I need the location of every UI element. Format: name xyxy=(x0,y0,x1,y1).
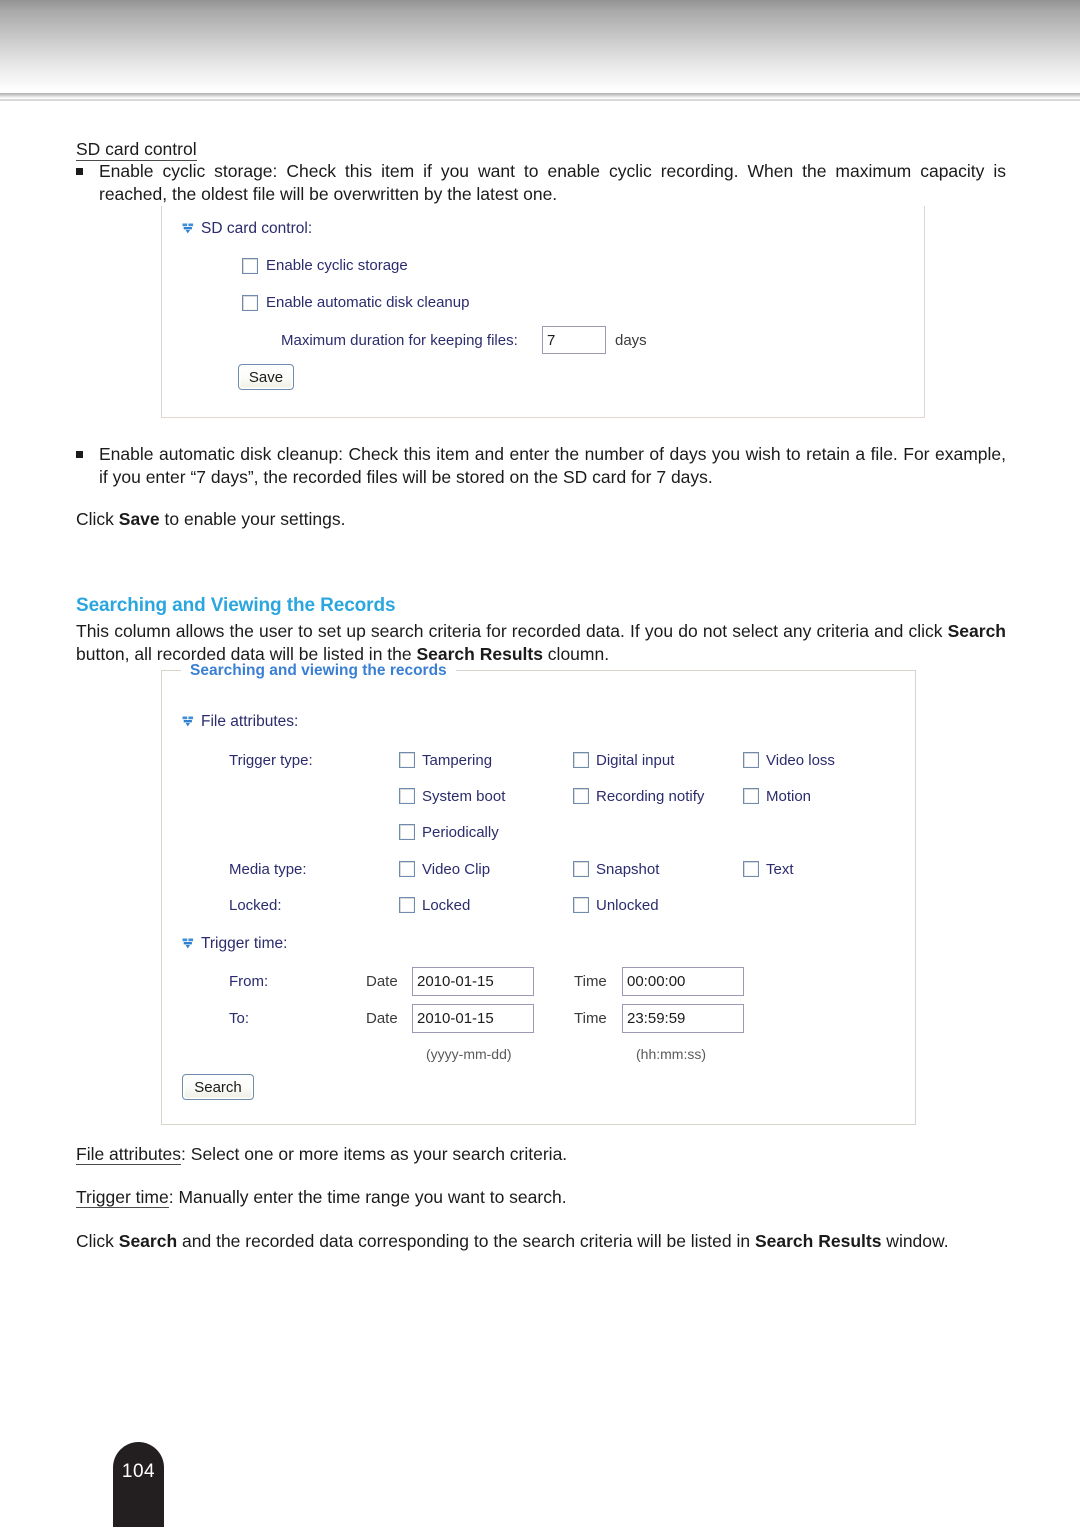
file-attributes-group-label: File attributes: xyxy=(201,713,299,730)
click-save-prefix: Click xyxy=(76,509,119,529)
searching-intro-bold-search-results: Search Results xyxy=(416,644,543,664)
note-click-search-bold: Search xyxy=(118,1231,178,1251)
date-format-hint: (yyyy-mm-dd) xyxy=(426,1046,512,1062)
note-file-attributes: File attributes: Select one or more item… xyxy=(76,1143,1006,1166)
locked-label: Locked: xyxy=(229,897,282,914)
save-button[interactable]: Save xyxy=(238,364,294,390)
from-time-input[interactable] xyxy=(622,967,744,996)
checkbox-unlocked[interactable] xyxy=(573,897,589,913)
to-date-input[interactable] xyxy=(412,1004,534,1033)
trigger-type-label: Trigger type: xyxy=(229,752,313,769)
checkbox-recording-notify[interactable] xyxy=(573,788,589,804)
checkbox-tampering[interactable] xyxy=(399,752,415,768)
max-duration-unit-label: days xyxy=(615,332,647,349)
checkbox-snapshot[interactable] xyxy=(573,861,589,877)
bullet-square-icon xyxy=(76,451,83,458)
note-click-search-suffix: window. xyxy=(881,1231,949,1251)
searching-intro-bold-search: Search xyxy=(947,621,1006,641)
double-chevron-down-icon xyxy=(182,716,195,727)
checkbox-enable-automatic-disk-cleanup-label: Enable automatic disk cleanup xyxy=(266,294,470,311)
trigger-time-group-label: Trigger time: xyxy=(201,935,288,952)
searching-viewing-records-legend: Searching and viewing the records xyxy=(181,662,456,680)
checkbox-text-label: Text xyxy=(766,861,794,878)
checkbox-tampering-label: Tampering xyxy=(422,752,493,769)
note-click-search: Click Search and the recorded data corre… xyxy=(76,1230,1006,1253)
note-click-search-mid: and the recorded data corresponding to t… xyxy=(177,1231,755,1251)
sd-card-control-panel: SD card control: Enable cyclic storage E… xyxy=(161,206,925,418)
page-number: 104 xyxy=(121,1460,156,1482)
sd-card-control-heading: SD card control xyxy=(76,138,197,161)
checkbox-unlocked-label: Unlocked xyxy=(596,897,659,914)
to-time-input[interactable] xyxy=(622,1004,744,1033)
note-trigger-time: Trigger time: Manually enter the time ra… xyxy=(76,1186,1006,1209)
checkbox-periodically-label: Periodically xyxy=(422,824,499,841)
checkbox-recording-notify-label: Recording notify xyxy=(596,788,705,805)
checkbox-text[interactable] xyxy=(743,861,759,877)
page-number-tab: 104 xyxy=(113,1442,164,1527)
from-date-label: Date xyxy=(366,973,398,990)
bullet-enable-cyclic-storage: Enable cyclic storage: Check this item i… xyxy=(76,160,1006,206)
checkbox-digital-input-label: Digital input xyxy=(596,752,675,769)
to-label: To: xyxy=(229,1010,250,1027)
note-trigger-time-desc: : Manually enter the time range you want… xyxy=(168,1187,567,1207)
searching-intro-line4: cloumn. xyxy=(542,644,610,664)
from-label: From: xyxy=(229,973,269,990)
from-date-input[interactable] xyxy=(412,967,534,996)
checkbox-system-boot-label: System boot xyxy=(422,788,506,805)
max-duration-label: Maximum duration for keeping files: xyxy=(281,332,518,349)
header-divider-line xyxy=(0,93,1080,98)
checkbox-motion-label: Motion xyxy=(766,788,812,805)
search-button[interactable]: Search xyxy=(182,1074,254,1100)
checkbox-periodically[interactable] xyxy=(399,824,415,840)
checkbox-video-clip[interactable] xyxy=(399,861,415,877)
checkbox-enable-cyclic-storage-label: Enable cyclic storage xyxy=(266,257,408,274)
double-chevron-down-icon xyxy=(182,223,195,234)
checkbox-enable-automatic-disk-cleanup[interactable] xyxy=(242,295,258,311)
checkbox-snapshot-label: Snapshot xyxy=(596,861,660,878)
time-format-hint: (hh:mm:ss) xyxy=(636,1046,706,1062)
double-chevron-down-icon xyxy=(182,938,195,949)
note-trigger-time-term: Trigger time xyxy=(76,1187,169,1208)
to-time-label: Time xyxy=(574,1010,607,1027)
checkbox-video-clip-label: Video Clip xyxy=(422,861,491,878)
from-time-label: Time xyxy=(574,973,607,990)
bullet-enable-automatic-disk-cleanup-text: Enable automatic disk cleanup: Check thi… xyxy=(99,444,1006,487)
checkbox-video-loss[interactable] xyxy=(743,752,759,768)
checkbox-digital-input[interactable] xyxy=(573,752,589,768)
sd-card-control-group-label: SD card control: xyxy=(201,220,313,237)
checkbox-locked[interactable] xyxy=(399,897,415,913)
bullet-enable-automatic-disk-cleanup: Enable automatic disk cleanup: Check thi… xyxy=(76,443,1006,489)
bullet-square-icon xyxy=(76,168,83,175)
note-file-attributes-term: File attributes xyxy=(76,1144,182,1165)
page-header-band xyxy=(0,0,1080,93)
searching-intro-line3: button, all recorded data will be listed… xyxy=(76,644,417,664)
to-date-label: Date xyxy=(366,1010,398,1027)
checkbox-motion[interactable] xyxy=(743,788,759,804)
click-save-bold: Save xyxy=(118,509,160,529)
searching-intro-paragraph: This column allows the user to set up se… xyxy=(76,620,1006,666)
checkbox-enable-cyclic-storage[interactable] xyxy=(242,258,258,274)
note-click-search-prefix: Click xyxy=(76,1231,119,1251)
page-title-searching-viewing: Searching and Viewing the Records xyxy=(76,595,396,616)
max-duration-input[interactable] xyxy=(542,326,606,354)
sd-card-control-heading-text: SD card control xyxy=(76,139,197,161)
media-type-label: Media type: xyxy=(229,861,307,878)
note-search-results-bold: Search Results xyxy=(754,1231,882,1251)
click-save-suffix: to enable your settings. xyxy=(159,509,346,529)
checkbox-video-loss-label: Video loss xyxy=(766,752,835,769)
note-file-attributes-desc: : Select one or more items as your searc… xyxy=(181,1144,568,1164)
header-divider-line-secondary xyxy=(0,99,1080,101)
checkbox-locked-label: Locked xyxy=(422,897,471,914)
searching-intro-line1: This column allows the user to set up se… xyxy=(76,621,875,641)
checkbox-system-boot[interactable] xyxy=(399,788,415,804)
searching-intro-line2: and click xyxy=(874,621,948,641)
click-save-instruction: Click Save to enable your settings. xyxy=(76,508,1006,531)
bullet-enable-cyclic-storage-text: Enable cyclic storage: Check this item i… xyxy=(99,161,1006,204)
